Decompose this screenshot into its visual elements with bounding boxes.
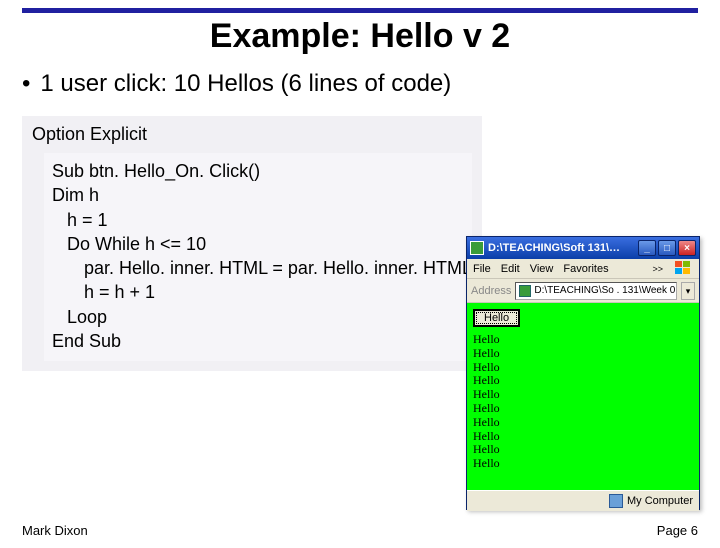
- hello-line: Hello: [473, 374, 693, 388]
- app-icon: [470, 241, 484, 255]
- window-title: D:\TEACHING\Soft 131\…: [488, 242, 638, 254]
- code-line: Do While h <= 10: [52, 232, 464, 256]
- close-button[interactable]: ×: [678, 240, 696, 256]
- status-text: My Computer: [627, 495, 693, 507]
- code-line: h = h + 1: [52, 280, 464, 304]
- menu-view[interactable]: View: [530, 263, 554, 275]
- bullet-item: • 1 user click: 10 Hellos (6 lines of co…: [22, 70, 720, 98]
- hello-line: Hello: [473, 388, 693, 402]
- code-line: Dim h: [52, 183, 464, 207]
- bullet-dot: •: [22, 70, 30, 98]
- menu-favorites[interactable]: Favorites: [563, 263, 608, 275]
- page-content: Hello Hello Hello Hello Hello Hello Hell…: [467, 303, 699, 490]
- hello-line: Hello: [473, 402, 693, 416]
- hello-button[interactable]: Hello: [473, 309, 520, 327]
- hello-line: Hello: [473, 333, 693, 347]
- browser-window: D:\TEACHING\Soft 131\… _ □ × File Edit V…: [466, 236, 700, 510]
- hello-line: Hello: [473, 361, 693, 375]
- address-bar: Address D:\TEACHING\So . 131\Week 0 ▾: [467, 279, 699, 303]
- slide-title: Example: Hello v 2: [0, 17, 720, 56]
- menu-file[interactable]: File: [473, 263, 491, 275]
- titlebar[interactable]: D:\TEACHING\Soft 131\… _ □ ×: [467, 237, 699, 259]
- code-line-option: Option Explicit: [32, 124, 472, 145]
- bullet-text: 1 user click: 10 Hellos (6 lines of code…: [40, 70, 451, 98]
- address-dropdown-icon[interactable]: ▾: [681, 282, 695, 300]
- code-line: par. Hello. inner. HTML = par. Hello. in…: [52, 256, 464, 280]
- footer-author: Mark Dixon: [22, 523, 88, 538]
- footer-page: Page 6: [657, 523, 698, 538]
- menu-more[interactable]: >>: [652, 264, 663, 274]
- code-block-inner: Sub btn. Hello_On. Click() Dim h h = 1 D…: [44, 153, 472, 361]
- maximize-button[interactable]: □: [658, 240, 676, 256]
- code-block-outer: Option Explicit Sub btn. Hello_On. Click…: [22, 116, 482, 371]
- menu-edit[interactable]: Edit: [501, 263, 520, 275]
- code-line: Loop: [52, 305, 464, 329]
- address-label: Address: [471, 285, 511, 297]
- hello-line: Hello: [473, 347, 693, 361]
- hello-line: Hello: [473, 443, 693, 457]
- minimize-button[interactable]: _: [638, 240, 656, 256]
- windows-logo-icon: [675, 261, 693, 277]
- address-input[interactable]: D:\TEACHING\So . 131\Week 0: [515, 282, 677, 300]
- title-rule: [22, 8, 698, 13]
- menubar: File Edit View Favorites >>: [467, 259, 699, 279]
- hello-output: Hello Hello Hello Hello Hello Hello Hell…: [473, 333, 693, 471]
- computer-icon: [609, 494, 623, 508]
- footer: Mark Dixon Page 6: [22, 523, 698, 538]
- code-line: Sub btn. Hello_On. Click(): [52, 159, 464, 183]
- address-value: D:\TEACHING\So . 131\Week 0: [534, 285, 675, 296]
- hello-line: Hello: [473, 416, 693, 430]
- code-line: End Sub: [52, 329, 464, 353]
- hello-line: Hello: [473, 457, 693, 471]
- statusbar: My Computer: [467, 490, 699, 511]
- code-line: h = 1: [52, 208, 464, 232]
- page-icon: [519, 285, 531, 297]
- hello-line: Hello: [473, 430, 693, 444]
